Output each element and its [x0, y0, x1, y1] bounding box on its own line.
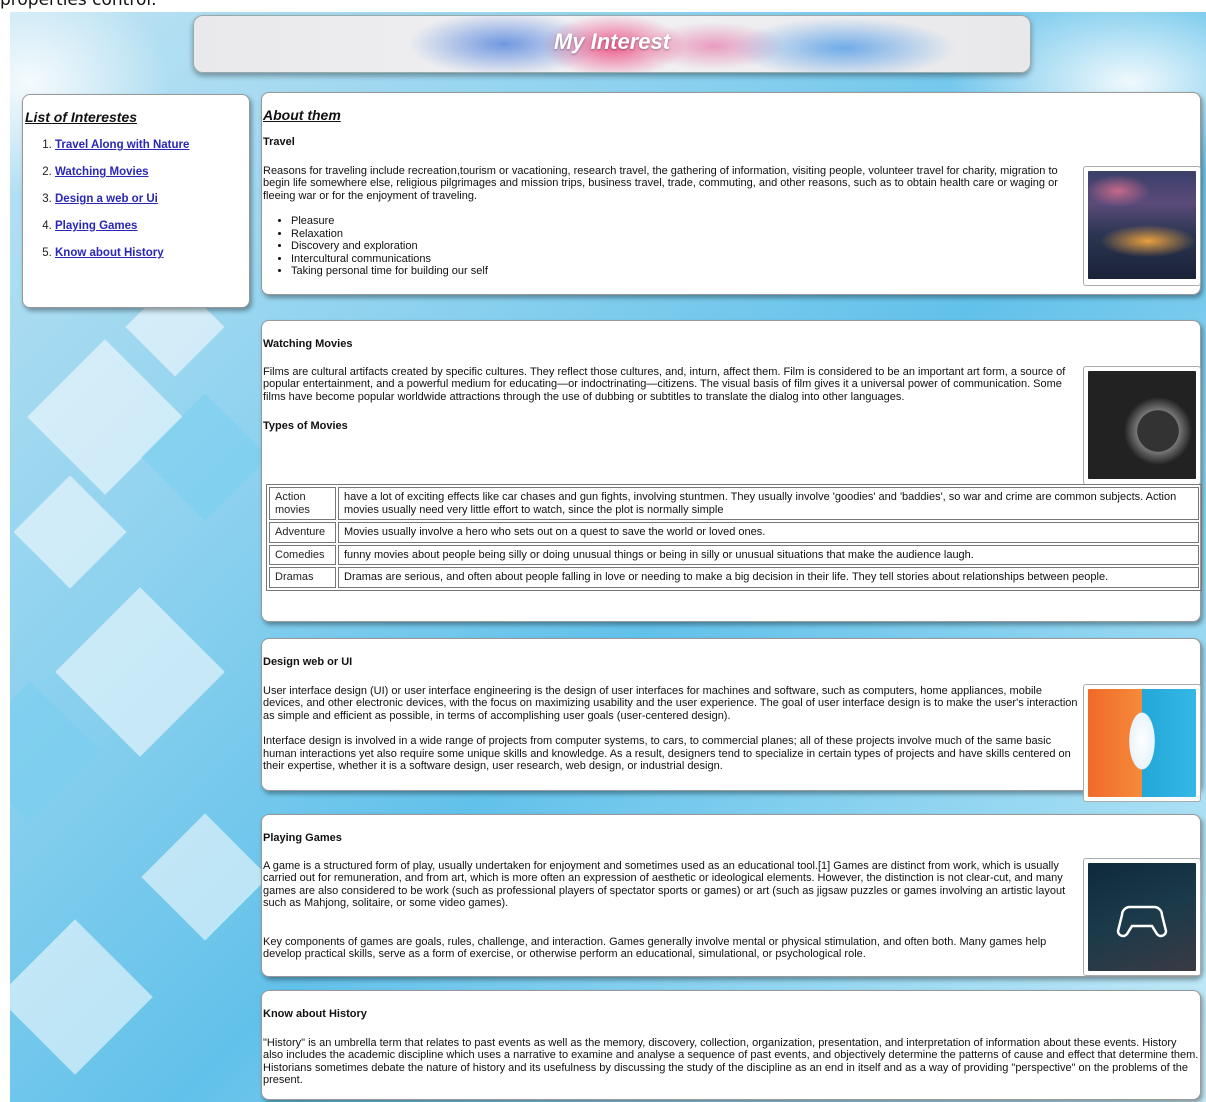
- history-text: "History" is an umbrella term that relat…: [263, 1036, 1199, 1087]
- page-title: My Interest: [553, 29, 671, 54]
- table-row: Dramas Dramas are serious, and often abou…: [269, 567, 1199, 588]
- movie-types-title: Types of Movies: [263, 420, 348, 432]
- decor-tile: [13, 475, 127, 589]
- film-reel-icon: [1088, 371, 1196, 479]
- games-image-frame: [1083, 858, 1201, 976]
- history-card: Know about History "History" is an umbre…: [261, 990, 1201, 1100]
- design-image-frame: [1083, 684, 1201, 802]
- link-movies[interactable]: Watching Movies: [55, 166, 149, 178]
- list-item: Intercultural communications: [291, 253, 1200, 266]
- movies-image-frame: [1083, 366, 1201, 485]
- movie-type-desc: Movies usually involve a hero who sets o…: [338, 522, 1199, 543]
- design-card: Design web or UI User interface design (…: [261, 638, 1201, 802]
- header-banner: My Interest: [193, 15, 1031, 73]
- games-card: Playing Games A game is a structured for…: [261, 814, 1201, 977]
- movies-card: Watching Movies Films are cultural artif…: [261, 320, 1202, 622]
- movie-types-table: Action movies have a lot of exciting effe…: [266, 484, 1202, 591]
- sidebar: List of Interestes Travel Along with Nat…: [22, 94, 250, 308]
- movie-type-desc: Dramas are serious, and often about peop…: [338, 567, 1199, 588]
- history-title: Know about History: [263, 1008, 367, 1020]
- travel-title: Travel: [263, 136, 295, 148]
- games-title: Playing Games: [263, 832, 342, 844]
- list-item: Watching Movies: [55, 166, 249, 178]
- travel-bullets: Pleasure Relaxation Discovery and explor…: [291, 215, 1200, 278]
- decor-tile: [141, 813, 269, 941]
- list-item: Discovery and exploration: [291, 240, 1200, 253]
- design-text-2: Interface design is involved in a wide r…: [263, 735, 1071, 772]
- table-row: Adventure Movies usually involve a hero w…: [269, 522, 1199, 543]
- decor-tile: [10, 919, 153, 1075]
- list-item: Know about History: [55, 247, 249, 259]
- link-travel[interactable]: Travel Along with Nature: [55, 139, 189, 151]
- movies-text: Films are cultural artifacts created by …: [263, 365, 1066, 403]
- movie-type-name: Dramas: [269, 567, 336, 588]
- design-text-1: User interface design (UI) or user inter…: [263, 684, 1078, 722]
- list-item: Playing Games: [55, 220, 249, 232]
- movie-type-desc: funny movies about people being silly or…: [338, 544, 1199, 565]
- list-item: Pleasure: [291, 215, 1200, 228]
- travel-image-frame: [1083, 166, 1201, 286]
- city-night-image: [1088, 171, 1196, 279]
- interest-list: Travel Along with Nature Watching Movies…: [55, 139, 249, 259]
- list-item: Relaxation: [291, 228, 1200, 241]
- movie-type-name: Adventure: [269, 522, 336, 543]
- list-item: Taking personal time for building our se…: [291, 265, 1200, 278]
- list-item: Design a web or Ui: [55, 193, 249, 205]
- gamepad-icon: [1116, 905, 1168, 938]
- movie-type-name: Action movies: [269, 487, 336, 520]
- games-text-1: A game is a structured form of play, usu…: [263, 859, 1066, 910]
- ui-design-image: [1088, 689, 1196, 797]
- link-history[interactable]: Know about History: [55, 247, 164, 259]
- design-title: Design web or UI: [263, 656, 353, 668]
- page-background: My Interest List of Interestes Travel Al…: [10, 12, 1206, 1102]
- game-controller-image: [1088, 863, 1196, 971]
- about-heading: About them: [263, 107, 341, 123]
- movies-title: Watching Movies: [263, 338, 353, 350]
- movie-type-desc: have a lot of exciting effects like car …: [338, 487, 1199, 520]
- sidebar-title: List of Interestes: [25, 109, 138, 125]
- table-row: Action movies have a lot of exciting effe…: [269, 487, 1199, 520]
- table-row: Comedies funny movies about people being …: [269, 544, 1199, 565]
- games-text-2: Key components of games are goals, rules…: [263, 935, 1047, 961]
- list-item: Travel Along with Nature: [55, 139, 249, 151]
- travel-card: About them Travel Reasons for traveling …: [261, 92, 1201, 295]
- link-games[interactable]: Playing Games: [55, 220, 137, 232]
- travel-text: Reasons for traveling include recreation…: [263, 164, 1058, 202]
- link-design[interactable]: Design a web or Ui: [55, 193, 158, 205]
- top-cut-text: properties control.: [0, 0, 1206, 12]
- movie-type-name: Comedies: [269, 544, 336, 565]
